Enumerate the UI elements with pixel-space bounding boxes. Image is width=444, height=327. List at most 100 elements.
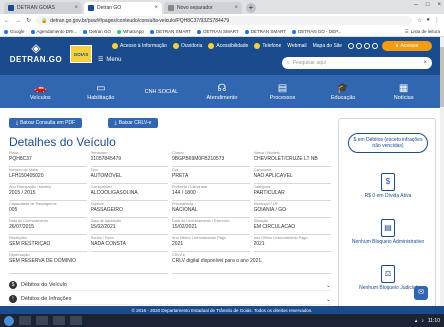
taskbar-app-icon[interactable] <box>70 316 82 325</box>
bookmark-item[interactable]: DETRAN GO - DEP... <box>292 29 341 34</box>
search-icon: ⌕ <box>287 60 290 66</box>
whatsapp-icon <box>117 29 122 34</box>
graduation-icon: 🎓 <box>336 82 350 94</box>
close-window-icon[interactable]: × <box>437 2 441 8</box>
link-acessibilidade[interactable]: Acessibilidade <box>208 43 248 49</box>
nav-atendimento[interactable]: ☊ Atendimento <box>192 83 252 101</box>
field-procedencia: Procedência NACIONAL <box>172 201 250 218</box>
field-chassi: Chassi 9BGPB69M0FB210573 <box>172 150 250 167</box>
network-icon[interactable]: ▴ <box>415 318 418 324</box>
link-webmail[interactable]: Webmail <box>287 43 306 49</box>
bookmark-item[interactable]: DETRAN SMART <box>197 29 239 34</box>
new-tab-button[interactable]: + <box>246 3 256 13</box>
reading-list[interactable]: ☰ Lista de leitura <box>405 29 440 35</box>
main-content: ⤓ Baixar Consulta em PDF ⤓ Baixar CRLV-e… <box>0 108 444 314</box>
bookmark-item[interactable]: DETRAN SMART <box>149 29 191 34</box>
download-crlv-button[interactable]: ⤓ Baixar CRLV-e <box>108 118 158 128</box>
scrollbar-thumb[interactable] <box>440 47 444 107</box>
taskbar-app-icon[interactable] <box>53 316 65 325</box>
field-marca-modelo: Marca / Modelo CHEVROLET/CRUZE LT NB <box>253 150 331 167</box>
clock[interactable]: 11:10 <box>428 318 440 324</box>
field-licenciamento-exercicio: Data do Licenciamento / Exercício 15/02/2… <box>172 218 250 235</box>
instagram-icon[interactable] <box>372 43 379 49</box>
forward-icon[interactable]: → <box>15 18 21 24</box>
url-text: detran.go.gov.br/psw/#/pages/conteudo/co… <box>50 17 230 24</box>
url-field[interactable]: 🔒 detran.go.gov.br/psw/#/pages/conteudo/… <box>36 16 412 25</box>
bookmark-item[interactable]: DETRAN SMART <box>244 29 286 34</box>
twitter-icon[interactable] <box>356 43 363 49</box>
browser-tab-new[interactable]: Novo separador × <box>164 2 242 14</box>
system-tray: ▴ ♪ 11:10 <box>415 318 440 324</box>
bookmark-item[interactable]: Agendamento DRI... <box>30 29 77 34</box>
browser-tab-detran-go[interactable]: Detran GO × <box>84 2 162 14</box>
accordion-debitos-veiculo[interactable]: $ Débitos do Veículo ⌄ <box>9 280 331 291</box>
profile-icon[interactable]: ● <box>426 17 430 24</box>
facebook-icon[interactable] <box>348 43 355 49</box>
field-especie: Espécie PASSAGEIRO <box>90 201 168 218</box>
close-icon[interactable]: × <box>154 5 158 11</box>
browser-tab-strip: DETRAN GOIÁS × Detran GO × Novo separado… <box>0 0 444 14</box>
start-icon[interactable] <box>4 315 14 326</box>
minimize-icon[interactable]: – <box>415 2 418 8</box>
car-icon: 🚗 <box>34 82 47 94</box>
close-icon[interactable]: × <box>234 5 238 11</box>
admin-block-card[interactable]: ▤ Nenhum Bloqueio Administrativo <box>339 219 437 245</box>
browser-tab-detran-smart[interactable]: DETRAN GOIÁS × <box>4 2 82 14</box>
reading-list-icon: ☰ <box>404 28 409 34</box>
back-icon[interactable]: ← <box>4 18 10 24</box>
acessar-button[interactable]: ● Acessar <box>382 41 432 51</box>
active-debt-card[interactable]: $ R$ 0 em Dívida Ativa <box>339 173 437 199</box>
reload-icon[interactable]: ↻ <box>26 17 31 24</box>
detran-logo[interactable]: ◈ DETRAN.GO <box>6 41 66 71</box>
field-potencia: Potência / Cilindrada 144 / 1800 <box>172 184 250 201</box>
volume-icon[interactable]: ♪ <box>421 318 424 324</box>
page-scrollbar[interactable] <box>440 37 444 314</box>
link-acesso-informacao[interactable]: Acesso à Informação <box>112 43 167 49</box>
more-icon[interactable]: ⋮ <box>434 17 440 24</box>
bookmark-item[interactable]: Google <box>4 29 25 34</box>
download-icon: ⤓ <box>15 120 19 126</box>
debts-pill: $ em Débitos (exceto infrações não venci… <box>348 133 428 153</box>
menu-label: Menu <box>106 56 122 63</box>
bookmark-item[interactable]: WhatsApp <box>117 29 144 34</box>
bookmark-icon <box>292 29 297 34</box>
star-icon[interactable]: ☆ <box>417 17 422 24</box>
nav-veiculos[interactable]: 🚗 Veículos <box>10 83 70 101</box>
nav-cnh-social[interactable]: CNH SOCIAL <box>131 89 191 95</box>
download-pdf-button[interactable]: ⤓ Baixar Consulta em PDF <box>9 118 82 128</box>
link-ouvidoria[interactable]: Ouvidoria <box>172 43 202 49</box>
link-telefone[interactable]: Telefone <box>254 43 281 49</box>
close-icon[interactable]: × <box>74 5 78 11</box>
chevron-down-icon: ⌄ <box>325 282 331 289</box>
nav-noticias[interactable]: ▦ Notícias <box>374 83 434 101</box>
window-controls: – □ × <box>415 2 441 8</box>
bookmarks-bar: Google Agendamento DRI... Detran GO What… <box>0 27 444 37</box>
maximize-icon[interactable]: □ <box>426 2 430 8</box>
lock-icon: 🔒 <box>41 17 48 24</box>
site-search-input[interactable]: ⌕ Pesquisar aqui × <box>282 57 432 69</box>
search-placeholder: Pesquisar aqui <box>292 60 326 66</box>
nav-processos[interactable]: ▤ Processos <box>253 83 313 101</box>
bookmark-item[interactable]: Detran GO <box>83 29 111 34</box>
bookmark-icon <box>244 29 249 34</box>
debts-card[interactable]: $ em Débitos (exceto infrações não venci… <box>339 133 437 153</box>
chat-icon[interactable]: ✉ <box>414 286 428 300</box>
youtube-icon[interactable] <box>364 43 371 49</box>
accordion-debitos-infracoes[interactable]: ! Débitos de Infrações ⌄ <box>9 294 331 305</box>
taskbar-app-icon[interactable] <box>19 316 31 325</box>
details-row: Restrições SEM RESTRIÇÃO Roubo / Furto NAD… <box>9 235 331 252</box>
menu-button[interactable]: ☰ Menu <box>98 56 122 64</box>
phone-icon <box>254 43 261 49</box>
nav-habilitacao[interactable]: ▭ Habilitação <box>71 83 131 101</box>
field-municipio: Município / UF GOIANIA / GO <box>253 201 331 218</box>
nav-educacao[interactable]: 🎓 Educação <box>313 83 373 101</box>
vehicle-details-grid: Placa PQH8C37 Renavam 01057845479 Chassi 9B… <box>9 150 331 274</box>
link-mapa-site[interactable]: Mapa do Site <box>313 43 342 49</box>
tab-title: Detran GO <box>97 5 122 11</box>
clear-search-icon[interactable]: × <box>423 60 427 66</box>
taskbar-app-icon[interactable] <box>36 316 48 325</box>
field-passageiros: Capacidade de Passageiros 005 <box>9 201 87 218</box>
logo-name: DETRAN.GO <box>9 55 63 64</box>
main-nav: 🚗 Veículos ▭ Habilitação CNH SOCIAL ☊ Atend… <box>0 75 444 108</box>
details-row: Observação SEM RESERVA DE DOMINIO CRLV-e C… <box>9 252 331 274</box>
